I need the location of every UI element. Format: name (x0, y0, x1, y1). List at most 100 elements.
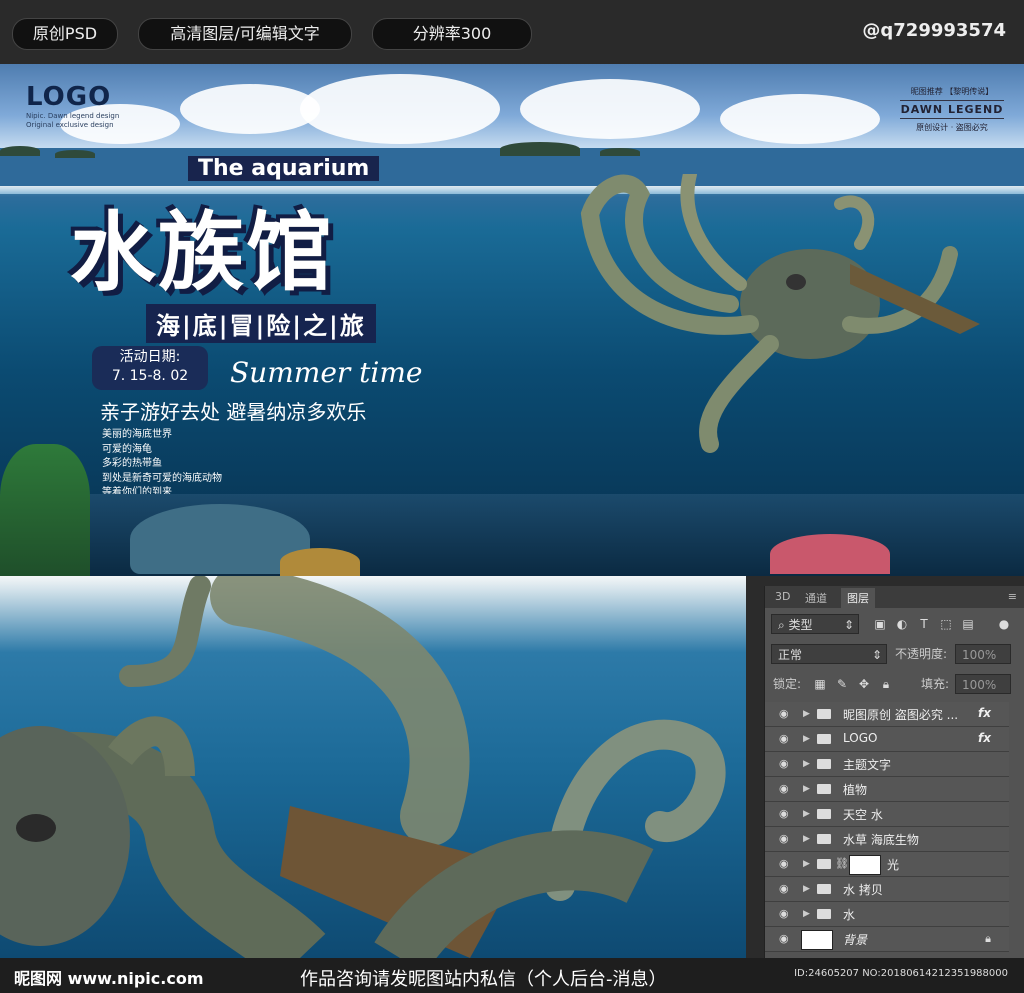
island (0, 146, 40, 156)
opacity-value: 100% (962, 648, 997, 662)
eye-icon[interactable]: ◉ (779, 933, 791, 945)
expand-arrow-icon[interactable]: ▶ (803, 858, 810, 870)
badge-title: DAWN LEGEND (900, 100, 1004, 119)
eye-icon[interactable]: ◉ (779, 883, 791, 895)
cloud (520, 79, 700, 139)
feature-list: 美丽的海底世界 可爱的海龟 多彩的热带鱼 到处是新奇可爱的海底动物 等着你们的到… (102, 428, 222, 501)
folder-icon (817, 809, 831, 819)
panel-tabs: 3D 通道 图层 ≡ (765, 586, 1024, 608)
tab-channels[interactable]: 通道 (805, 590, 827, 606)
expand-arrow-icon[interactable]: ▶ (803, 908, 810, 920)
expand-arrow-icon[interactable]: ▶ (803, 783, 810, 795)
inquiry-notice: 作品咨询请发昵图站内私信（个人后台-消息） (300, 969, 667, 990)
layer-row[interactable]: ◉ ▶ 主题文字 (765, 752, 1009, 777)
eye-icon[interactable]: ◉ (779, 908, 791, 920)
feature-item: 可爱的海龟 (102, 443, 152, 455)
pill-label: 高清图层/可编辑文字 (170, 24, 320, 43)
seaweed (0, 444, 90, 576)
blend-mode-value: 正常 (778, 648, 803, 662)
title-chinese: 水族馆 (70, 203, 334, 303)
dawn-legend-badge: 昵图推荐 【黎明传说】 DAWN LEGEND 原创设计 · 盗图必究 (900, 86, 1004, 142)
blend-mode-select[interactable]: 正常 ⇕ (771, 644, 887, 664)
fill-input[interactable]: 100% (955, 674, 1011, 694)
opacity-label: 不透明度: (895, 647, 948, 661)
link-icon: ⛓ (835, 857, 849, 870)
lock-label: 锁定: (773, 677, 802, 691)
fill-value: 100% (962, 678, 997, 692)
filter-kind-select[interactable]: ⌕ 类型 ⇕ (771, 614, 859, 634)
tab-layers[interactable]: 图层 (841, 588, 875, 608)
ps-canvas-detail (0, 576, 746, 958)
badge-bottom: 原创设计 · 盗图必究 (916, 123, 988, 132)
cloud (720, 94, 880, 144)
expand-arrow-icon[interactable]: ▶ (803, 733, 810, 745)
expand-arrow-icon[interactable]: ▶ (803, 708, 810, 720)
cloud (300, 74, 500, 144)
feature-item: 美丽的海底世界 (102, 429, 172, 440)
folder-icon (817, 834, 831, 844)
island (500, 142, 580, 156)
slogan: 亲子游好去处 避暑纳凉多欢乐 (100, 400, 367, 424)
tab-3d[interactable]: 3D (775, 590, 790, 603)
layer-thumbnail (801, 930, 833, 950)
layer-name: 植物 (843, 783, 868, 797)
folder-icon (817, 884, 831, 894)
lock-icon: 🔒︎ (985, 932, 991, 945)
layer-row-background[interactable]: ◉ 背景 🔒︎ (765, 927, 1009, 952)
layer-row[interactable]: ◉ ▶ 植物 (765, 777, 1009, 802)
island (600, 148, 640, 156)
fx-icon[interactable]: fx (978, 731, 991, 745)
badge-top: 昵图推荐 【黎明传说】 (910, 87, 994, 96)
layers-list: ◉ ▶ 昵图原创 盗图必究 ... fx ◉ ▶ LOGO fx ◉ ▶ 主题文字 ◉ ▶ … (765, 702, 1024, 958)
eye-icon[interactable]: ◉ (779, 733, 791, 745)
pill-label: 原创PSD (32, 24, 98, 43)
lock-transparent-icon[interactable]: ▦ (813, 677, 827, 691)
adjustment-filter-icon[interactable]: ◐ (895, 617, 909, 631)
lock-position-icon[interactable]: ✥ (857, 677, 871, 691)
layer-row[interactable]: ◉ ▶ 天空 水 (765, 802, 1009, 827)
filter-kind-value: 类型 (788, 618, 813, 632)
lock-all-icon[interactable]: 🔒︎ (879, 677, 893, 691)
shape-filter-icon[interactable]: ⬚ (939, 617, 953, 631)
hd-layers-pill: 高清图层/可编辑文字 (138, 18, 352, 50)
image-filter-icon[interactable]: ▣ (873, 617, 887, 631)
layer-row[interactable]: ◉ ▶ 水草 海底生物 (765, 827, 1009, 852)
folder-icon (817, 784, 831, 794)
expand-arrow-icon[interactable]: ▶ (803, 883, 810, 895)
layer-row[interactable]: ◉ ▶ LOGO fx (765, 727, 1009, 752)
eye-icon[interactable]: ◉ (779, 783, 791, 795)
type-filter-icon[interactable]: T (917, 617, 931, 631)
nipic-brand: 昵图网 www.nipic.com (14, 969, 204, 988)
layers-panel: 3D 通道 图层 ≡ ⌕ 类型 ⇕ ▣ ◐ T ⬚ ▤ ● 正常 ⇕ 不透明度: 1… (764, 586, 1024, 958)
coral (770, 534, 890, 574)
layer-name: 昵图原创 盗图必究 ... (843, 708, 959, 722)
layer-row[interactable]: ◉ ▶ 水 (765, 902, 1009, 927)
eye-icon[interactable]: ◉ (779, 833, 791, 845)
mask-thumbnail[interactable] (849, 855, 881, 875)
layer-row[interactable]: ◉ ▶ 水 拷贝 (765, 877, 1009, 902)
layer-name: LOGO (843, 731, 878, 745)
eye-icon[interactable]: ◉ (779, 708, 791, 720)
subtitle: 海|底|冒|险|之|旅 (146, 304, 376, 343)
layer-name: 主题文字 (843, 758, 892, 772)
filter-toggle-icon[interactable]: ● (997, 617, 1011, 631)
layer-row[interactable]: ◉ ▶ ⛓ 光 (765, 852, 1009, 877)
layer-name: 天空 水 (843, 808, 883, 822)
expand-arrow-icon[interactable]: ▶ (803, 758, 810, 770)
smart-object-filter-icon[interactable]: ▤ (961, 617, 975, 631)
poster-logo: LOGO (26, 82, 112, 112)
eye-icon[interactable]: ◉ (779, 808, 791, 820)
fx-icon[interactable]: fx (978, 706, 991, 720)
lock-pixels-icon[interactable]: ✎ (835, 677, 849, 691)
expand-arrow-icon[interactable]: ▶ (803, 808, 810, 820)
layer-row[interactable]: ◉ ▶ 昵图原创 盗图必究 ... fx (765, 702, 1009, 727)
eye-icon[interactable]: ◉ (779, 858, 791, 870)
opacity-input[interactable]: 100% (955, 644, 1011, 664)
panel-menu-icon[interactable]: ≡ (1008, 590, 1017, 603)
folder-icon (817, 759, 831, 769)
expand-arrow-icon[interactable]: ▶ (803, 833, 810, 845)
octopus-illustration (580, 174, 980, 453)
eye-icon[interactable]: ◉ (779, 758, 791, 770)
image-id: ID:24605207 NO:20180614212351988000 (794, 968, 1008, 979)
event-date-box: 活动日期: 7. 15-8. 02 (92, 346, 208, 390)
